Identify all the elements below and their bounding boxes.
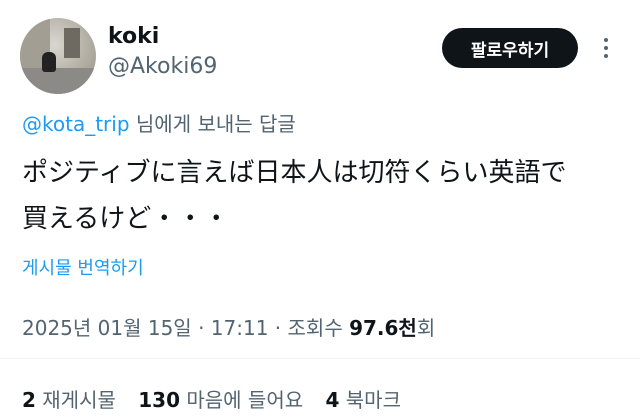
tweet-time[interactable]: 17:11	[211, 316, 269, 340]
tweet-text: ポジティブに言えば日本人は切符くらい英語で 買えるけど・・・	[22, 150, 622, 242]
bookmarks-count: 4	[325, 388, 340, 412]
reply-context: @kota_trip 님에게 보내는 답글	[22, 108, 296, 137]
reposts-label: 재게시물	[42, 388, 116, 412]
likes-stat[interactable]: 130 마음에 들어요	[138, 388, 319, 412]
tweet-header: koki @Akoki69 팔로우하기	[18, 14, 622, 94]
meta-separator: ·	[268, 316, 288, 340]
views-count: 97.6천	[349, 316, 417, 340]
avatar-person	[42, 52, 56, 72]
divider	[0, 358, 640, 359]
bookmarks-stat[interactable]: 4 북마크	[325, 388, 416, 412]
bookmarks-label: 북마크	[345, 388, 401, 412]
author-name[interactable]: koki	[108, 24, 159, 49]
more-dots-icon[interactable]	[600, 36, 612, 62]
tweet-text-line-2: 買えるけど・・・	[22, 204, 230, 234]
views-suffix: 회	[416, 316, 436, 340]
reposts-stat[interactable]: 2 재게시물	[22, 388, 132, 412]
engagement-stats: 2 재게시물 130 마음에 들어요 4 북마크	[22, 384, 417, 413]
meta-separator: ·	[191, 316, 211, 340]
avatar-door	[64, 28, 80, 58]
translate-link[interactable]: 게시물 번역하기	[22, 254, 144, 280]
tweet-text-line-1: ポジティブに言えば日本人は切符くらい英語で	[22, 158, 567, 188]
likes-label: 마음에 들어요	[186, 388, 304, 412]
reposts-count: 2	[22, 388, 36, 412]
follow-button[interactable]: 팔로우하기	[442, 28, 578, 68]
likes-count: 130	[138, 388, 180, 412]
views-label: 조회수	[287, 316, 350, 340]
reply-suffix: 님에게 보내는 답글	[129, 112, 296, 136]
tweet-meta: 2025년 01월 15일 · 17:11 · 조회수 97.6천회	[22, 312, 435, 341]
tweet-date[interactable]: 2025년 01월 15일	[22, 316, 192, 340]
avatar[interactable]	[20, 18, 96, 94]
avatar-street	[20, 68, 96, 94]
author-handle[interactable]: @Akoki69	[108, 54, 217, 79]
reply-mention[interactable]: @kota_trip	[22, 112, 130, 136]
